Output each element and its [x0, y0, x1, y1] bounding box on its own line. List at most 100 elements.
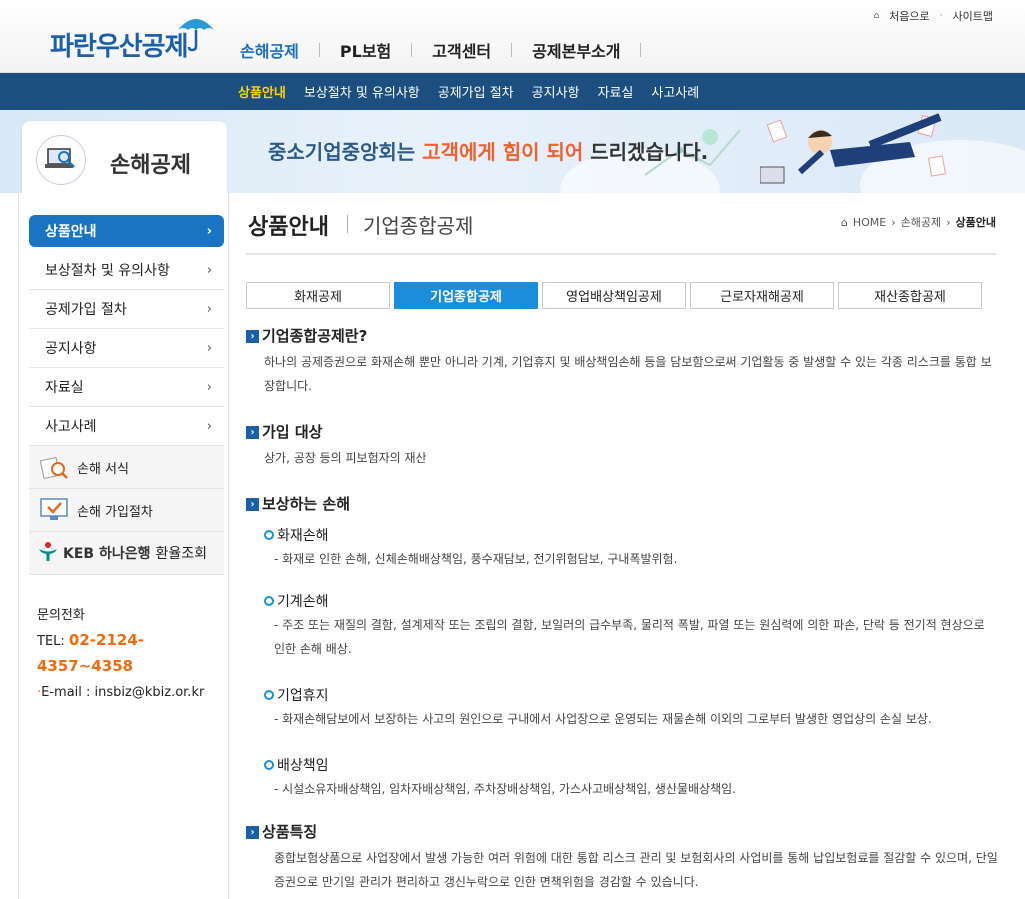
title-divider [347, 215, 348, 233]
chevron-box-icon: › [246, 426, 259, 439]
umbrella-icon [178, 19, 214, 52]
chevron-box-icon: › [246, 330, 259, 343]
slogan-highlight: 고객에게 힘이 되어 [422, 140, 584, 164]
breadcrumb-home[interactable]: HOME [853, 216, 886, 229]
sidebar-item-archive[interactable]: 자료실 › [29, 368, 224, 407]
subnav-item-cases[interactable]: 사고사례 [651, 82, 699, 101]
sidebar-item-notice[interactable]: 공지사항 › [29, 329, 224, 368]
sidebar-item-claims[interactable]: 보상절차 및 유의사항 › [29, 251, 224, 290]
breadcrumb-section[interactable]: 손해공제 [901, 214, 941, 230]
main-content: 상품안내 기업종합공제 ⌂ HOME › 손해공제 › 상품안내 화재공제 기업… [246, 193, 998, 899]
gnb-item-damage[interactable]: 손해공제 [240, 38, 319, 62]
gnb-item-pl[interactable]: PL보험 [320, 38, 411, 62]
flying-businessman-illustration [760, 113, 947, 184]
coverage-item: 기업휴지 - 화재손해담보에서 보장하는 사고의 원인으로 구내에서 사업장으로… [246, 685, 998, 731]
section-heading: 가입 대상 [262, 423, 323, 441]
section-title: 손해공제 [110, 153, 191, 178]
contact-tel: TEL: 02-2124-4357~4358 [37, 628, 228, 680]
coverage-item: 배상책임 - 시설소유자배상책임, 임차자배상책임, 주차장배상책임, 가스사고… [246, 755, 998, 801]
coverage-item: 기계손해 - 주조 또는 재질의 결함, 설계제작 또는 조립의 결함, 보일러… [246, 591, 998, 661]
section-features: › 상품특징 종합보험상품으로 사업장에서 발생 가능한 여러 위험에 대한 통합… [246, 821, 998, 894]
title-row: 상품안내 기업종합공제 ⌂ HOME › 손해공제 › 상품안내 [246, 207, 996, 255]
section-card: 손해공제 [22, 121, 227, 193]
banner: 손해공제 중소기업중앙회는 고객에게 힘이 되어 드리겠습니다. [0, 110, 1025, 193]
circle-bullet-icon [264, 596, 274, 606]
tab-fire[interactable]: 화재공제 [246, 282, 390, 309]
circle-bullet-icon [264, 530, 274, 540]
tel-label: TEL: [37, 634, 69, 649]
page-title: 상품안내 [248, 215, 329, 240]
coverage-item: 화재손해 - 화재로 인한 손해, 신체손해배상책임, 풍수재담보, 전기위험담… [246, 525, 998, 571]
coverage-item-desc: - 주조 또는 재질의 결함, 설계제작 또는 조립의 결함, 보일러의 급수부… [274, 618, 985, 656]
util-home-link[interactable]: 처음으로 [889, 8, 929, 24]
sidebar-item-products[interactable]: 상품안내 › [29, 215, 224, 247]
subnav-item-notice[interactable]: 공지사항 [532, 82, 580, 101]
coverage-item-title: 기계손해 [277, 594, 329, 610]
gnb-item-about[interactable]: 공제본부소개 [512, 38, 640, 62]
util-sitemap-link[interactable]: 사이트맵 [953, 8, 993, 24]
coverage-item-desc: - 시설소유자배상책임, 임차자배상책임, 주차장배상책임, 가스사고배상책임,… [274, 782, 736, 796]
document-search-icon [37, 452, 71, 482]
circle-bullet-icon [264, 690, 274, 700]
tab-business-liability[interactable]: 영업배상책임공제 [542, 282, 686, 309]
sidebar-item-label: 보상절차 및 유의사항 [45, 263, 170, 279]
chevron-right-icon: › [946, 215, 951, 229]
section-heading: 기업종합공제란? [262, 327, 368, 345]
keb-hana-logo-icon [37, 540, 59, 566]
logo[interactable]: 파란우산공제 [50, 8, 214, 64]
sidebar-item-label: 상품안내 [45, 224, 97, 240]
chevron-right-icon: › [206, 340, 212, 356]
circle-bullet-icon [264, 760, 274, 770]
breadcrumb: ⌂ HOME › 손해공제 › 상품안내 [841, 214, 996, 230]
monitor-check-icon [37, 495, 71, 525]
page-subtitle: 기업종합공제 [363, 214, 474, 238]
coverage-item-desc: - 화재손해담보에서 보장하는 사고의 원인으로 구내에서 사업장으로 운영되는… [274, 712, 932, 726]
coverage-item-desc: - 화재로 인한 손해, 신체손해배상책임, 풍수재담보, 전기위험담보, 구내… [274, 552, 678, 566]
contact-title: 문의전화 [37, 608, 85, 623]
exchange-rate-link[interactable]: KEB 하나은행 환율조회 [29, 532, 224, 575]
subnav-item-claims[interactable]: 보상절차 및 유의사항 [304, 82, 420, 101]
home-icon: ⌂ [840, 215, 848, 229]
sidebar-item-cases[interactable]: 사고사례 › [29, 407, 224, 446]
section-text: 상가, 공장 등의 피보험자의 재산 [264, 451, 427, 465]
section-text: 하나의 공제증권으로 화재손해 뿐만 아니라 기계, 기업휴지 및 배상책임손해… [264, 355, 992, 393]
sidebar-item-label: 공제가입 절차 [45, 302, 127, 318]
logo-text: 파란우산공제 [50, 31, 189, 62]
sidebar-menu: 상품안내 › 보상절차 및 유의사항 › 공제가입 절차 › 공지사항 › 자료… [29, 215, 224, 575]
slogan-part1: 중소기업중앙회는 [268, 140, 423, 164]
coverage-item-title: 화재손해 [277, 528, 329, 544]
subnav-item-archive[interactable]: 자료실 [598, 82, 634, 101]
page: 파란우산공제 ⌂ 처음으로 · 사이트맵 손해공제 PL보험 고객센터 공제본부… [0, 0, 1025, 899]
breadcrumb-current: 상품안내 [955, 216, 996, 229]
top-header: 파란우산공제 ⌂ 처음으로 · 사이트맵 손해공제 PL보험 고객센터 공제본부… [0, 0, 1025, 73]
subnav-item-products[interactable]: 상품안내 [238, 82, 286, 101]
sidebar-item-join[interactable]: 공제가입 절차 › [29, 290, 224, 329]
quick-link-label: 손해 서식 [77, 461, 129, 477]
section-overview: › 기업종합공제란? 하나의 공제증권으로 화재손해 뿐만 아니라 기계, 기업휴… [246, 325, 998, 398]
coverage-item-title: 배상책임 [277, 758, 329, 774]
keb-label: 환율조회 [155, 546, 208, 562]
email-text: E-mail : insbiz@kbiz.or.kr [41, 685, 205, 700]
laptop-search-icon [36, 135, 86, 185]
sidebar-item-label: 공지사항 [45, 341, 97, 357]
tab-enterprise[interactable]: 기업종합공제 [394, 282, 538, 309]
quick-link-label: 손해 가입절차 [77, 504, 153, 520]
keb-brand: KEB 하나은행 [63, 546, 151, 562]
chevron-box-icon: › [246, 826, 259, 839]
home-icon: ⌂ [873, 11, 880, 21]
util-links: ⌂ 처음으로 · 사이트맵 [873, 8, 993, 24]
sidebar: 상품안내 › 보상절차 및 유의사항 › 공제가입 절차 › 공지사항 › 자료… [18, 193, 229, 899]
section-heading: 상품특징 [262, 823, 318, 841]
coverage-item-title: 기업휴지 [277, 688, 329, 704]
gnb-item-customer[interactable]: 고객센터 [412, 38, 511, 62]
chevron-right-icon: › [206, 418, 212, 434]
quick-link-forms[interactable]: 손해 서식 [29, 446, 224, 489]
global-nav: 손해공제 PL보험 고객센터 공제본부소개 [240, 38, 642, 62]
quick-link-join-process[interactable]: 손해 가입절차 [29, 489, 224, 532]
chevron-right-icon: › [206, 379, 212, 395]
chevron-right-icon: › [206, 301, 212, 317]
tab-property[interactable]: 재산종합공제 [838, 282, 982, 309]
subnav-item-join[interactable]: 공제가입 절차 [438, 82, 514, 101]
gnb-divider [640, 43, 642, 57]
tab-worker-accident[interactable]: 근로자재해공제 [690, 282, 834, 309]
